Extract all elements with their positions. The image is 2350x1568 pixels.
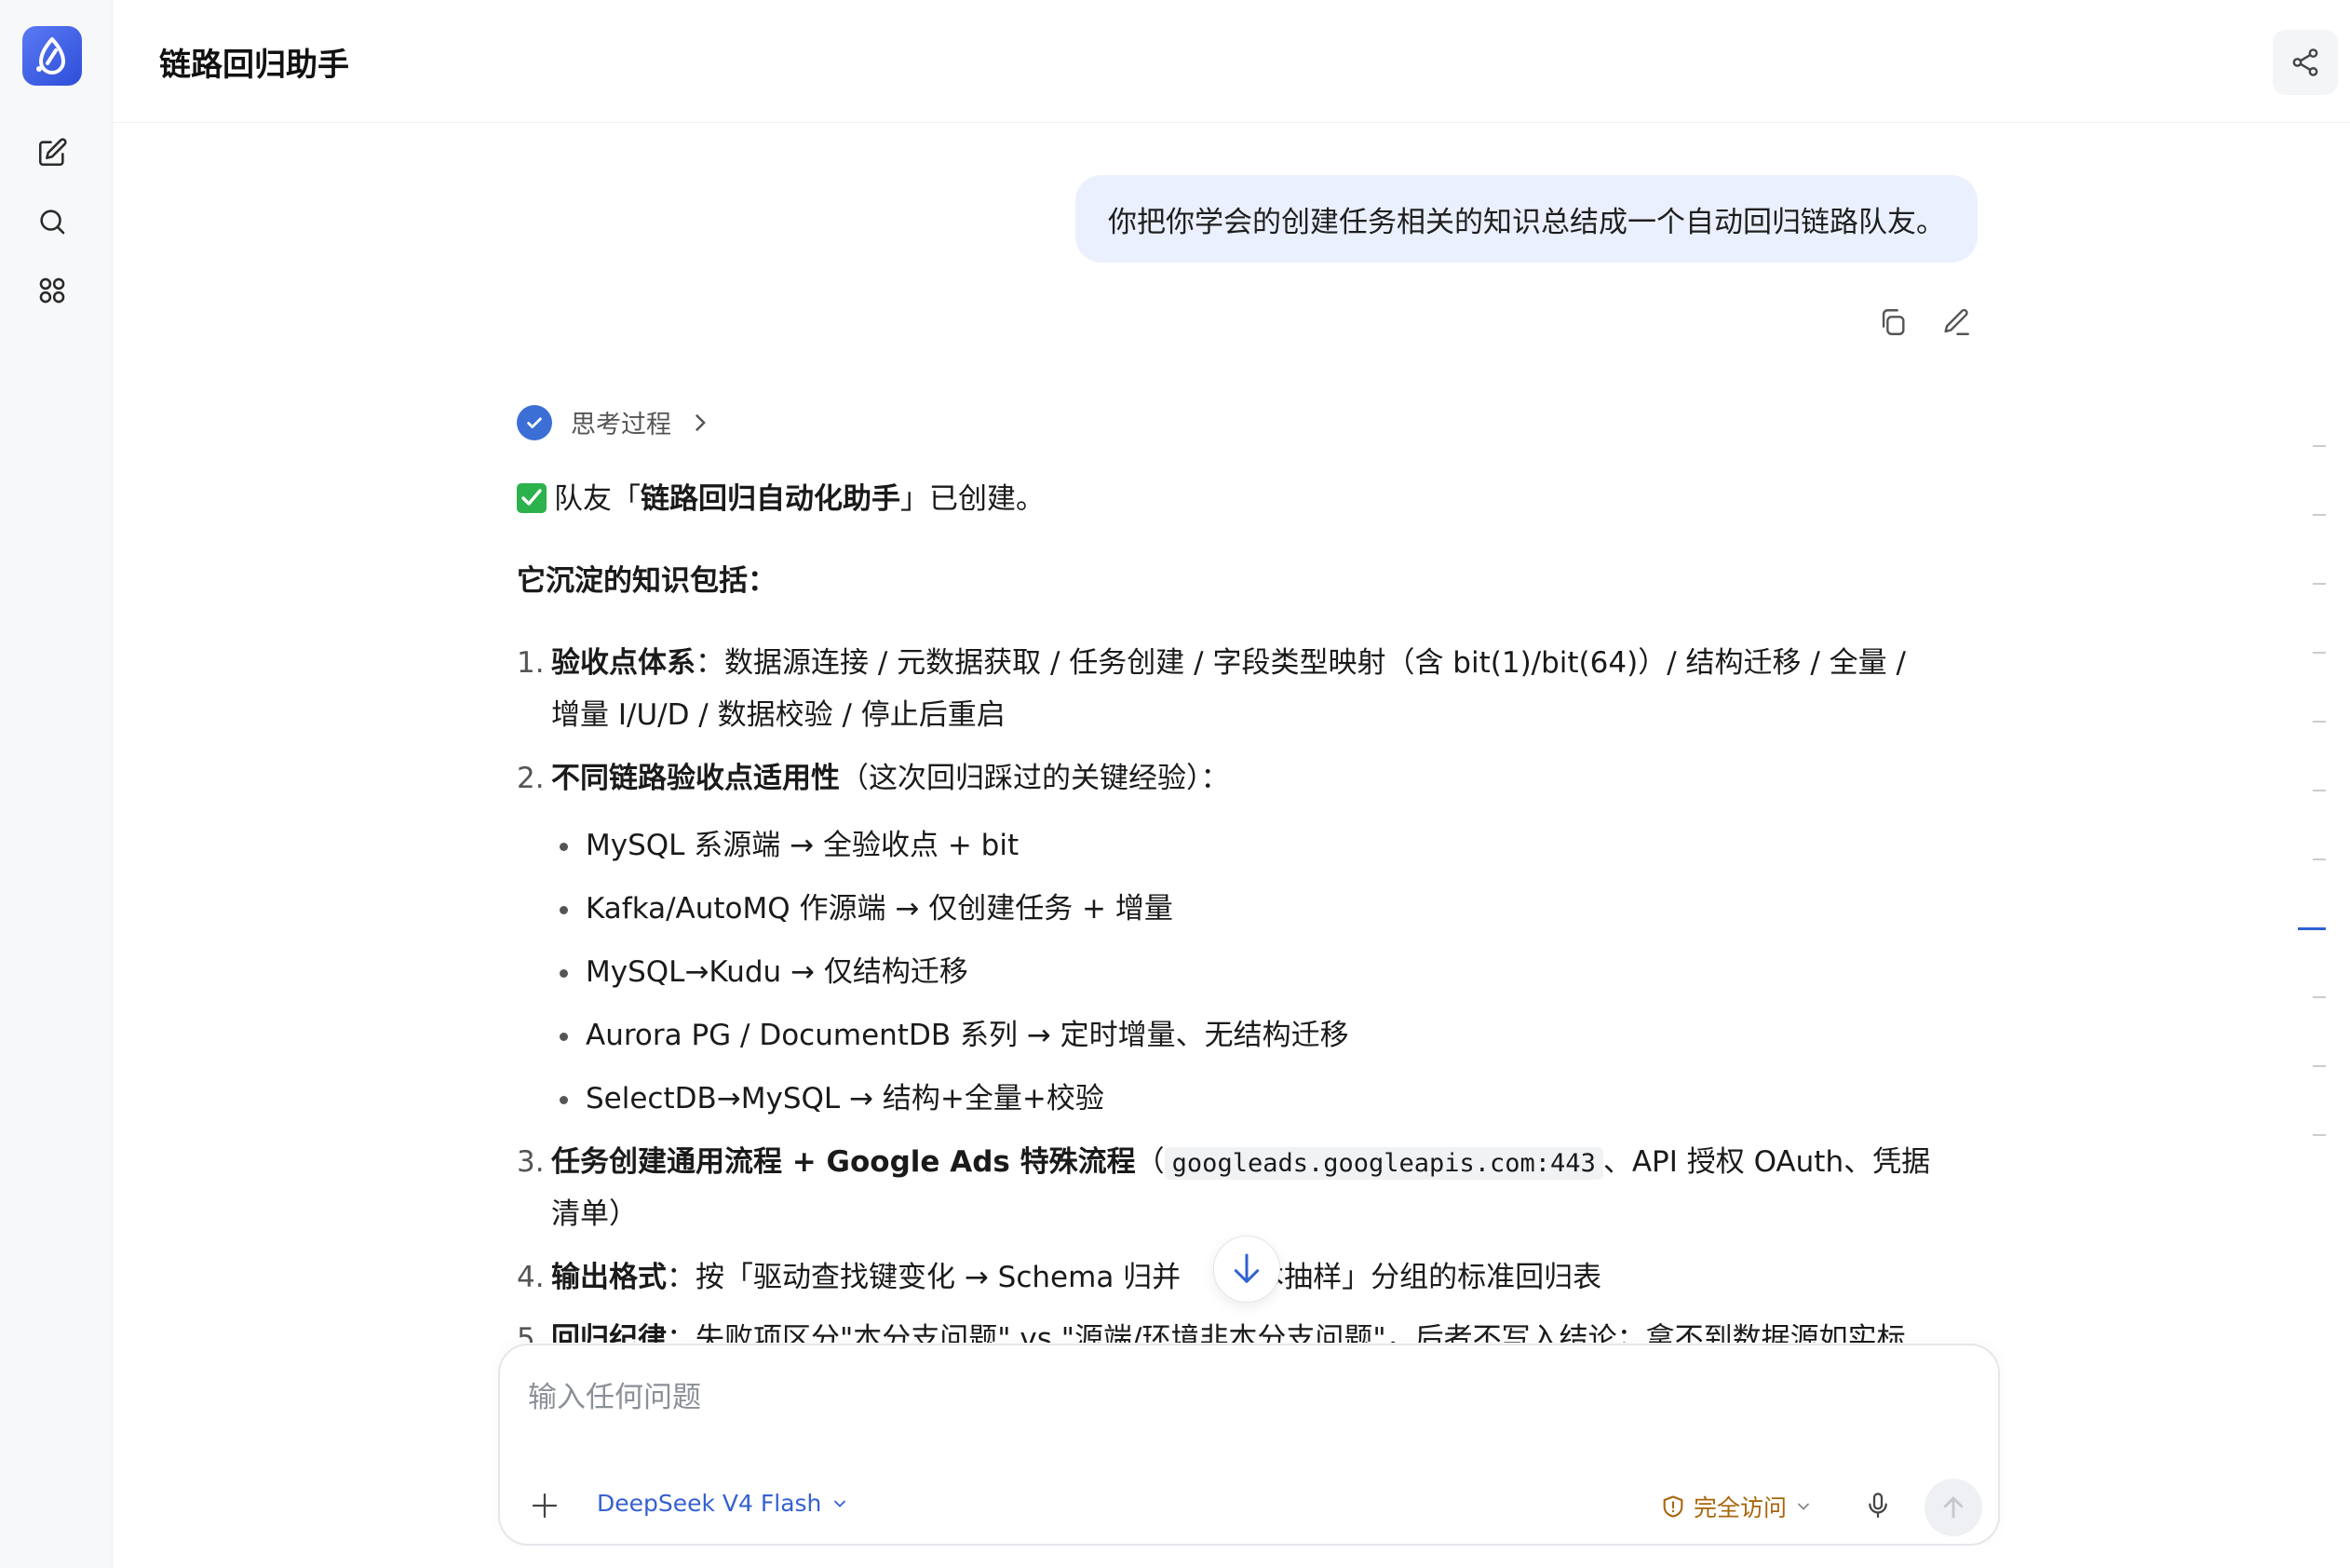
bullet-text: SelectDB→MySQL → 结构+全量+校验 — [586, 1082, 1104, 1115]
bullet-dot — [560, 906, 568, 914]
search-button[interactable] — [33, 202, 72, 241]
list-item-text: 本抽样」分组的标准回归表 — [1255, 1261, 1602, 1294]
conversation-minimap — [2298, 438, 2326, 1145]
bullet-dot — [560, 1096, 568, 1104]
share-button[interactable] — [2273, 30, 2338, 95]
apps-button[interactable] — [33, 271, 72, 310]
arrow-down-icon — [1234, 1253, 1260, 1283]
thinking-label: 思考过程 — [571, 411, 671, 439]
bullet-item: Kafka/AutoMQ 作源端 → 仅创建任务 + 增量 — [560, 883, 1173, 935]
grid-icon — [39, 277, 65, 304]
list-item-title: 验收点体系 — [551, 646, 696, 680]
list-item-text: ：失败项区分"本分支问题" vs "源端/环境非本分支问题"，后者不写入结论；拿… — [667, 1322, 1906, 1343]
list-item-3: 3. 任务创建通用流程 + Google Ads 特殊流程（ googleads.g… — [517, 1136, 1930, 1190]
bullet-text: MySQL 系源端 → 全验收点 + bit — [586, 829, 1020, 862]
arrow-up-icon — [1943, 1496, 1964, 1519]
composer: DeepSeek V4 Flash 完全访问 — [498, 1344, 2000, 1546]
chevron-down-icon — [1798, 1503, 1809, 1510]
teammate-name: 链路回归自动化助手 — [641, 482, 900, 516]
list-item-title: 任务创建通用流程 + Google Ads 特殊流程 — [551, 1145, 1136, 1179]
minimap-tick[interactable] — [2313, 583, 2326, 585]
list-number: 5. — [517, 1322, 545, 1343]
bullet-dot — [560, 843, 568, 851]
model-name: DeepSeek V4 Flash — [597, 1490, 822, 1517]
access-mode-label: 完全访问 — [1694, 1494, 1788, 1521]
list-item-text: ：数据源连接 / 元数据获取 / 任务创建 / 字段类型映射（含 bit(1)/… — [696, 646, 1906, 680]
minimap-tick[interactable] — [2313, 1134, 2326, 1136]
list-item-5: 5. 回归纪律：失败项区分"本分支问题" vs "源端/环境非本分支问题"，后者不… — [517, 1313, 1906, 1343]
check-circle-icon — [517, 404, 552, 440]
bullet-text: MySQL→Kudu → 仅结构迁移 — [586, 955, 968, 989]
created-line: 队友「链路回归自动化助手」已创建。 — [517, 473, 1045, 525]
check-mark-icon — [517, 483, 547, 513]
attach-button[interactable] — [524, 1485, 565, 1526]
bullet-item: Aurora PG / DocumentDB 系列 → 定时增量、无结构迁移 — [560, 1009, 1349, 1061]
created-suffix: 」已创建。 — [900, 482, 1045, 516]
minimap-tick[interactable] — [2313, 1065, 2326, 1067]
list-item-text: ：按「驱动查找键变化 → Schema 归并 — [667, 1261, 1182, 1294]
bullet-item: MySQL→Kudu → 仅结构迁移 — [560, 946, 968, 998]
bullet-item: SelectDB→MySQL → 结构+全量+校验 — [560, 1073, 1104, 1125]
list-number: 2. — [517, 762, 545, 795]
list-item-1: 1. 验收点体系：数据源连接 / 元数据获取 / 任务创建 / 字段类型映射（含 … — [517, 637, 1906, 689]
list-item-text: 、API 授权 OAuth、凭据 — [1602, 1145, 1931, 1179]
list-item-1-cont: 增量 I/U/D / 数据校验 / 停止后重启 — [551, 698, 1006, 732]
edit-icon — [38, 138, 67, 167]
message-input[interactable] — [528, 1370, 1925, 1426]
new-chat-button[interactable] — [33, 133, 72, 172]
list-item-title: 回归纪律 — [551, 1322, 667, 1343]
bullet-text: Aurora PG / DocumentDB 系列 → 定时增量、无结构迁移 — [586, 1019, 1349, 1052]
knowledge-heading: 它沉淀的知识包括： — [517, 555, 777, 607]
inline-code: googleads.googleapis.com:443 — [1164, 1147, 1603, 1180]
knowledge-heading-text: 它沉淀的知识包括： — [517, 564, 777, 598]
assistant-message: 思考过程 队友「链路回归自动化助手」已创建。 它沉淀的知识包括： 1. 验收点体系… — [517, 0, 1969, 1343]
list-item-2: 2. 不同链路验收点适用性（这次回归踩过的关键经验）： — [517, 752, 1230, 804]
page-title: 链路回归助手 — [159, 47, 349, 84]
model-selector[interactable]: DeepSeek V4 Flash — [597, 1490, 849, 1517]
minimap-tick[interactable] — [2313, 996, 2326, 998]
minimap-tick[interactable] — [2313, 652, 2326, 654]
bullet-dot — [560, 1033, 568, 1041]
chevron-down-icon — [834, 1500, 846, 1507]
minimap-tick[interactable] — [2313, 445, 2326, 447]
list-number: 1. — [517, 646, 545, 680]
list-item-text: （这次回归踩过的关键经验）： — [840, 762, 1230, 795]
bullet-text: Kafka/AutoMQ 作源端 → 仅创建任务 + 增量 — [586, 892, 1173, 926]
created-prefix: 队友「 — [554, 482, 641, 516]
list-item-4: 4. 输出格式：按「驱动查找键变化 → Schema 归并 本抽样」分组的标准回归表 — [517, 1251, 1601, 1304]
bullet-dot — [560, 969, 568, 978]
sidebar — [0, 0, 113, 1568]
list-item-title: 输出格式 — [551, 1261, 667, 1294]
list-item-3-cont: 清单） — [551, 1197, 638, 1231]
list-item-title: 不同链路验收点适用性 — [551, 762, 840, 795]
logo-mark-icon — [36, 37, 65, 74]
minimap-tick[interactable] — [2313, 514, 2326, 516]
app-logo[interactable] — [22, 26, 82, 86]
chevron-right-icon — [695, 413, 706, 431]
scroll-to-bottom-button[interactable] — [1213, 1236, 1280, 1303]
bullet-item: MySQL 系源端 → 全验收点 + bit — [560, 819, 1019, 872]
minimap-tick-active[interactable] — [2298, 927, 2326, 930]
list-number: 3. — [517, 1145, 545, 1179]
plus-icon — [532, 1493, 558, 1519]
share-icon — [2292, 48, 2318, 76]
minimap-tick[interactable] — [2313, 790, 2326, 791]
list-number: 4. — [517, 1261, 545, 1294]
minimap-tick[interactable] — [2313, 858, 2326, 860]
thinking-toggle[interactable]: 思考过程 — [517, 404, 709, 440]
microphone-icon — [1869, 1493, 1887, 1519]
search-icon — [40, 210, 65, 235]
access-mode-selector[interactable]: 完全访问 — [1660, 1490, 1813, 1523]
list-item-text: （ — [1135, 1145, 1165, 1179]
shield-warning-icon — [1663, 1495, 1683, 1518]
minimap-tick[interactable] — [2313, 721, 2326, 723]
voice-input-button[interactable] — [1857, 1485, 1898, 1526]
send-button[interactable] — [1925, 1479, 1982, 1536]
